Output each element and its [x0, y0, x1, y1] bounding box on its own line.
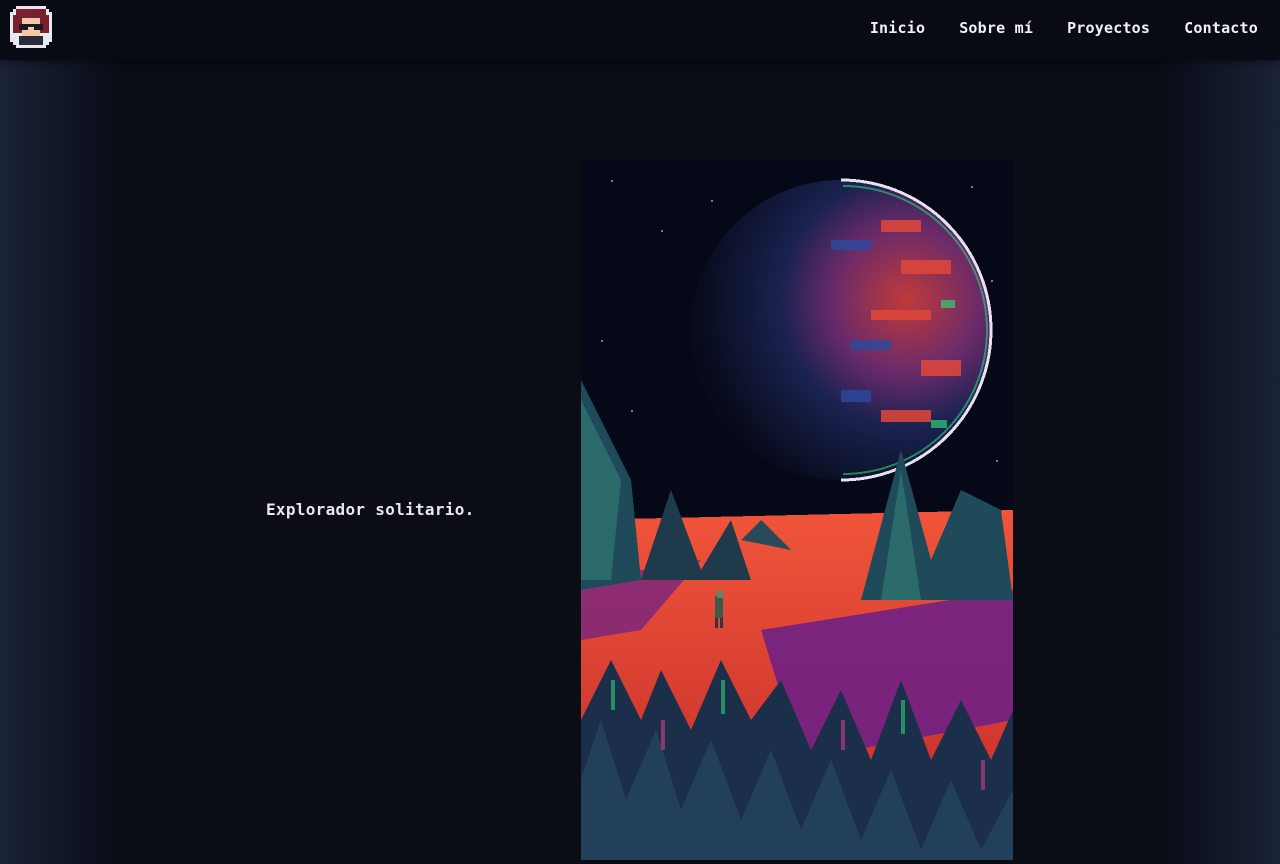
pixel-avatar-icon[interactable] [10, 6, 52, 48]
pixel-art-planet-landscape [581, 160, 1013, 860]
nav-link-proyectos[interactable]: Proyectos [1067, 19, 1150, 37]
nav-link-sobre-mi[interactable]: Sobre mí [959, 19, 1033, 37]
nav-link-contacto[interactable]: Contacto [1184, 19, 1258, 37]
artwork-caption: Explorador solitario. [266, 500, 475, 519]
right-side-panel [1160, 0, 1280, 864]
left-side-panel [0, 0, 120, 864]
top-navbar: Inicio Sobre mí Proyectos Contacto [0, 0, 1280, 60]
nav-link-inicio[interactable]: Inicio [870, 19, 925, 37]
main-nav: Inicio Sobre mí Proyectos Contacto [870, 0, 1258, 56]
